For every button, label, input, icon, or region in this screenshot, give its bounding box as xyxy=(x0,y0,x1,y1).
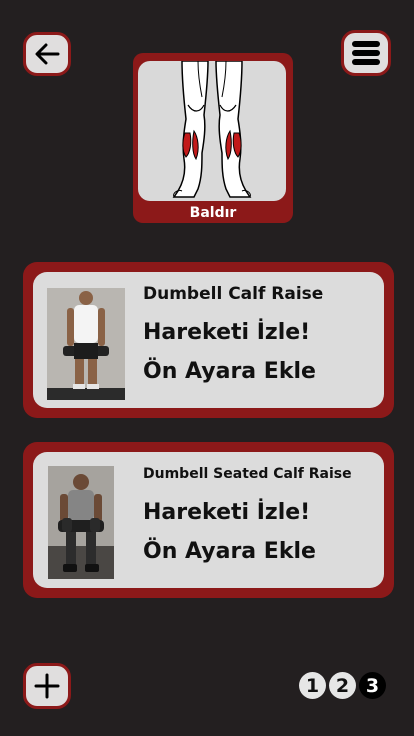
add-to-preset-link[interactable]: Ön Ayara Ekle xyxy=(143,539,316,564)
exercise-photo xyxy=(48,466,114,579)
watch-exercise-link[interactable]: Hareketi İzle! xyxy=(143,500,310,525)
exercise-card: Dumbell Seated Calf Raise Hareketi İzle!… xyxy=(23,442,394,598)
seated-calf-raise-photo xyxy=(48,466,114,579)
calf-muscle-legs-illustration xyxy=(172,61,252,198)
page-indicator: 1 2 3 xyxy=(299,672,386,699)
page-3-button[interactable]: 3 xyxy=(359,672,386,699)
exercise-card-inner: Dumbell Seated Calf Raise Hareketi İzle!… xyxy=(33,452,384,588)
exercise-title: Dumbell Seated Calf Raise xyxy=(143,466,352,482)
menu-button[interactable] xyxy=(341,30,391,76)
page-2-button[interactable]: 2 xyxy=(329,672,356,699)
arrow-left-icon xyxy=(35,43,60,65)
muscle-illustration xyxy=(138,61,286,201)
exercise-card-inner: Dumbell Calf Raise Hareketi İzle! Ön Aya… xyxy=(33,272,384,408)
watch-exercise-link[interactable]: Hareketi İzle! xyxy=(143,320,310,345)
add-to-preset-link[interactable]: Ön Ayara Ekle xyxy=(143,359,316,384)
hamburger-menu-icon xyxy=(352,41,380,65)
add-button[interactable] xyxy=(23,663,71,709)
exercise-title: Dumbell Calf Raise xyxy=(143,284,324,304)
exercise-card: Dumbell Calf Raise Hareketi İzle! Ön Aya… xyxy=(23,262,394,418)
plus-icon xyxy=(34,673,60,699)
standing-calf-raise-photo xyxy=(47,288,125,400)
back-button[interactable] xyxy=(23,32,71,76)
muscle-group-card: Baldır xyxy=(133,53,293,223)
muscle-group-label: Baldır xyxy=(189,205,237,221)
page-1-button[interactable]: 1 xyxy=(299,672,326,699)
exercise-photo xyxy=(47,288,125,400)
